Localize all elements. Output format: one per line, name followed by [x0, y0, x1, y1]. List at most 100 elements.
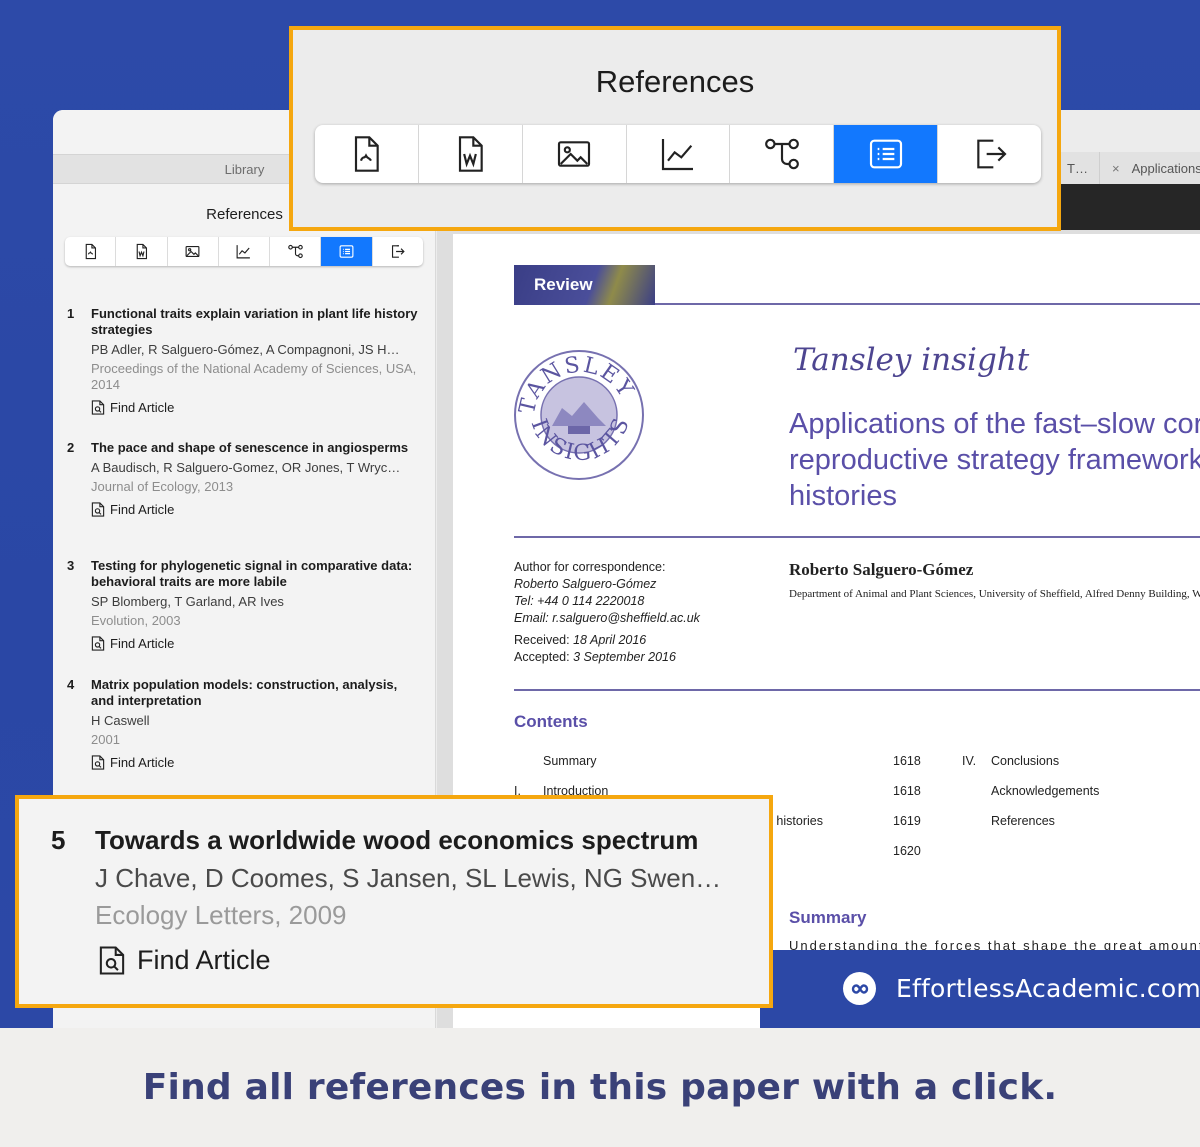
export-icon [392, 245, 406, 258]
close-tab-icon[interactable]: × [1112, 161, 1120, 176]
correspondence-email[interactable]: Email: r.salguero@sheffield.ac.uk [514, 611, 700, 625]
tab-label: T… [1067, 160, 1088, 176]
callout-title: References [595, 64, 755, 99]
reference-authors: SP Blomberg, T Garland, AR Ives [91, 594, 284, 609]
tansley-seal-logo: TANSLEY INSIGHTS [514, 350, 644, 480]
toc-entry[interactable]: Acknowledgements [991, 784, 1099, 798]
reference-authors: H Caswell [91, 713, 150, 728]
pdf-file-icon [85, 243, 96, 260]
summary-heading: Summary [789, 908, 867, 927]
workflow-button[interactable] [730, 125, 835, 183]
reference-authors: A Baudisch, R Salguero-Gomez, OR Jones, … [91, 460, 401, 475]
toolbar-callout: References [289, 26, 1061, 231]
pdf-file-icon [355, 136, 380, 172]
document-search-icon [91, 400, 105, 415]
received-date: 18 April 2016 [573, 633, 647, 647]
correspondence-phone: Tel: +44 0 114 2220018 [514, 594, 645, 608]
callout-toolbar [315, 125, 1041, 183]
image-button[interactable] [168, 237, 219, 266]
toc-page: 1620 [893, 844, 921, 858]
find-article-button[interactable]: Find Article [91, 502, 421, 517]
correspondence-label: Author for correspondence: [514, 560, 666, 574]
reference-title: The pace and shape of senescence in angi… [91, 440, 409, 455]
author-name: Roberto Salguero-Gómez [789, 560, 974, 579]
toc-entry[interactable]: e histories [766, 814, 823, 828]
image-icon [558, 141, 591, 167]
pdf-file-button[interactable] [65, 237, 117, 266]
line-chart-icon [661, 139, 693, 171]
accepted-label: Accepted: [514, 650, 574, 664]
reference-journal: Evolution, 2003 [91, 613, 181, 628]
contents-heading: Contents [514, 712, 588, 731]
author-affiliation: Department of Animal and Plant Sciences,… [789, 588, 1200, 600]
divider [514, 536, 1200, 538]
tab-label: Applications [1131, 160, 1200, 176]
image-button[interactable] [523, 125, 627, 183]
export-icon [976, 139, 1007, 169]
caption-bar: Find all references in this paper with a… [0, 1028, 1200, 1147]
document-search-icon [99, 946, 125, 975]
word-file-icon [459, 136, 484, 172]
line-chart-button[interactable] [219, 237, 271, 266]
reference-title: Testing for phylogenetic signal in compa… [91, 558, 413, 589]
document-tab-applications[interactable]: × Applications [1099, 152, 1200, 184]
document-search-icon [91, 755, 105, 770]
find-article-button[interactable]: Find Article [91, 400, 421, 415]
accepted-date: 3 September 2016 [573, 650, 676, 664]
toc-page: 1619 [893, 814, 921, 828]
series-title: Tansley insight [793, 342, 1030, 378]
brand-name: EffortlessAcademic.com [896, 974, 1200, 1003]
brand: EffortlessAcademic.com [843, 972, 1200, 1005]
line-chart-icon [237, 245, 251, 259]
reference-number: 1 [67, 306, 75, 321]
reference-callout[interactable]: 5 Towards a worldwide wood economics spe… [15, 795, 773, 1008]
reference-authors: J Chave, D Coomes, S Jansen, SL Lewis, N… [95, 863, 722, 893]
reference-title: Towards a worldwide wood economics spect… [95, 825, 699, 855]
reference-number: 4 [67, 677, 75, 692]
reference-number: 2 [67, 440, 75, 455]
caption-text: Find all references in this paper with a… [142, 1067, 1058, 1108]
word-file-button[interactable] [116, 237, 168, 266]
document-search-icon [91, 636, 105, 651]
find-article-label: Find Article [110, 755, 175, 770]
toc-entry[interactable]: References [991, 814, 1055, 828]
reference-authors: PB Adler, R Salguero-Gómez, A Compagnoni… [91, 342, 400, 357]
find-article-button[interactable]: Find Article [91, 755, 421, 770]
paper-title: Applications of the fast–slow cor reprod… [789, 408, 1200, 512]
find-article-button[interactable]: Find Article [91, 636, 421, 651]
find-article-button[interactable]: Find Article [99, 945, 271, 976]
toc-entry[interactable]: Summary [543, 754, 596, 768]
review-badge: Review [514, 265, 655, 305]
toc-page: 1618 [893, 754, 921, 768]
word-file-button[interactable] [419, 125, 523, 183]
toc-page: 1618 [893, 784, 921, 798]
list-icon [339, 245, 354, 258]
references-list-button[interactable] [321, 237, 373, 266]
list-icon [869, 139, 902, 169]
find-article-label: Find Article [110, 636, 175, 651]
received-label: Received: [514, 633, 574, 647]
review-badge-label: Review [534, 275, 593, 294]
divider [655, 303, 1200, 305]
document-tab[interactable]: T… [1067, 152, 1088, 184]
toc-entry[interactable]: Conclusions [991, 754, 1059, 768]
reference-number: 3 [67, 558, 75, 573]
workflow-icon [287, 244, 303, 259]
find-article-label: Find Article [110, 400, 175, 415]
pdf-file-button[interactable] [315, 125, 419, 183]
reference-journal: Proceedings of the National Academy of S… [91, 361, 417, 392]
line-chart-button[interactable] [627, 125, 731, 183]
divider [514, 689, 1200, 691]
export-button[interactable] [938, 125, 1041, 183]
dates-block: Received: 18 April 2016 Accepted: 3 Sept… [514, 632, 676, 666]
document-search-icon [91, 502, 105, 517]
find-article-label: Find Article [137, 945, 271, 975]
correspondence-name: Roberto Salguero-Gómez [514, 577, 657, 591]
image-icon [185, 245, 200, 258]
workflow-button[interactable] [270, 237, 322, 266]
reference-title: Functional traits explain variation in p… [91, 306, 418, 337]
export-button[interactable] [373, 237, 423, 266]
correspondence-block: Author for correspondence: Roberto Salgu… [514, 559, 700, 627]
references-list-button[interactable] [834, 125, 939, 183]
word-file-icon [136, 243, 147, 260]
